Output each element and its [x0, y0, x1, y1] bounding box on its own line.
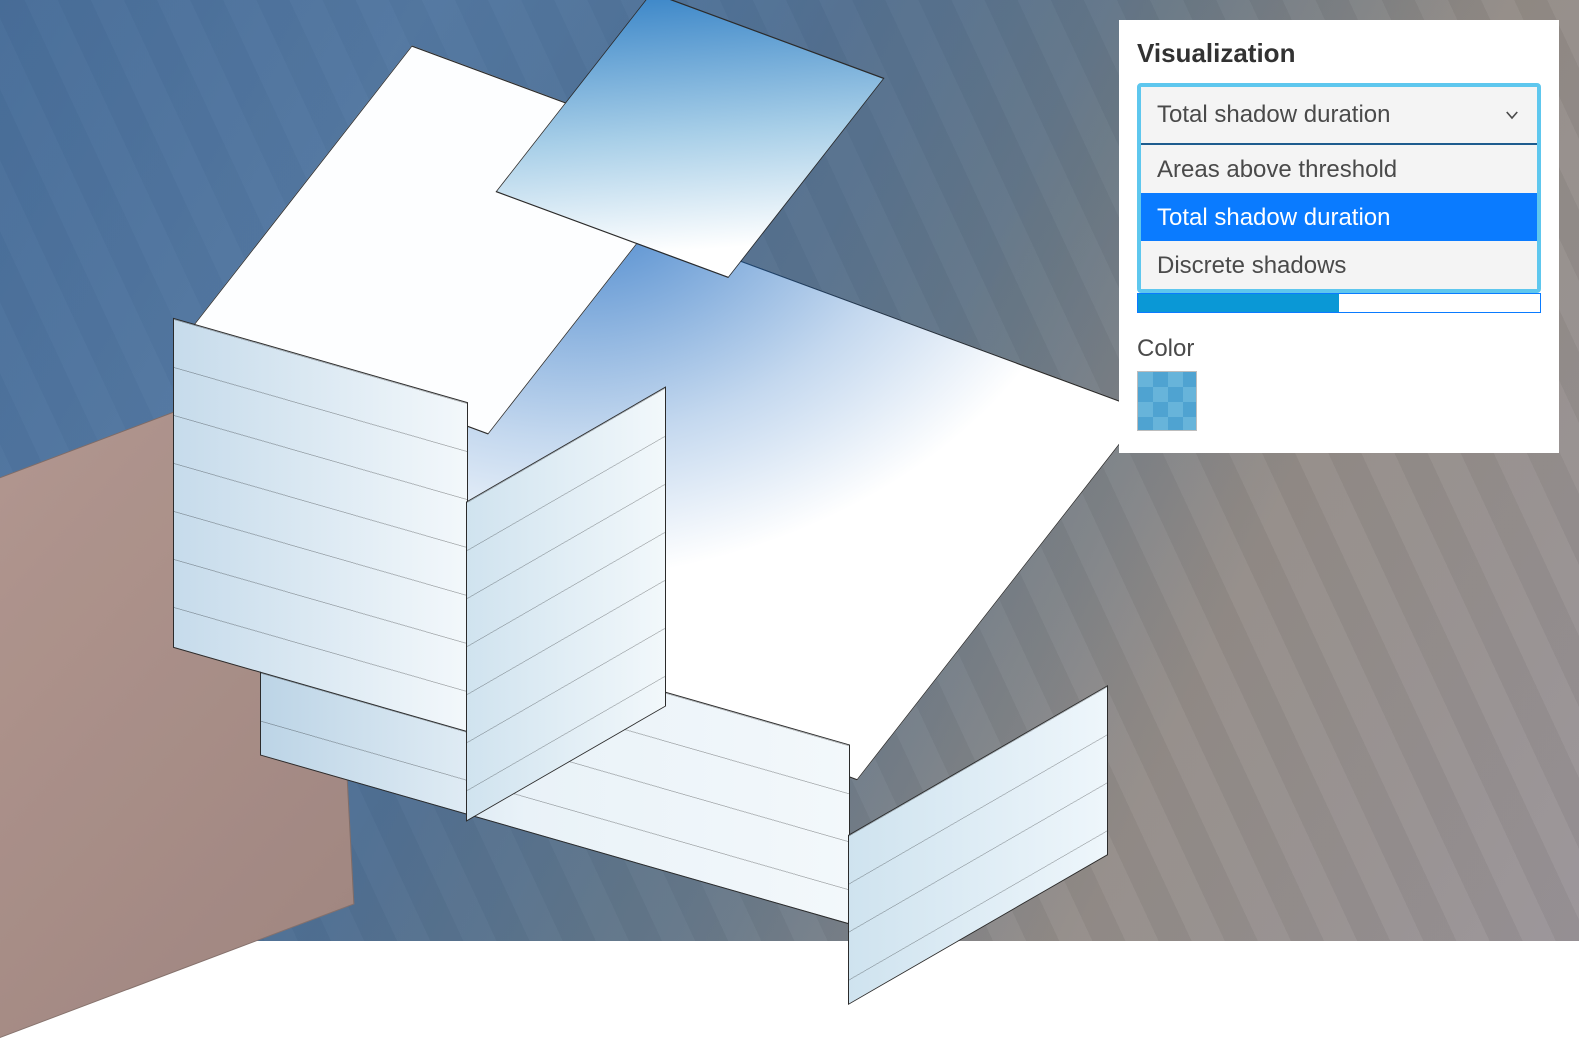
panel-title: Visualization — [1137, 38, 1541, 69]
visualization-dropdown[interactable]: Total shadow duration Areas above thresh… — [1137, 83, 1541, 293]
duration-slider[interactable] — [1137, 293, 1541, 313]
visualization-panel: Visualization Total shadow duration Area… — [1119, 20, 1559, 453]
dropdown-selected-label: Total shadow duration — [1157, 101, 1390, 129]
dropdown-header[interactable]: Total shadow duration — [1141, 87, 1537, 145]
color-label: Color — [1137, 335, 1541, 363]
chevron-down-icon — [1503, 106, 1521, 124]
color-swatch[interactable] — [1137, 371, 1197, 431]
dropdown-option-total-shadow-duration[interactable]: Total shadow duration — [1141, 193, 1537, 241]
duration-slider-fill — [1138, 294, 1339, 312]
dropdown-list: Areas above threshold Total shadow durat… — [1141, 145, 1537, 289]
dropdown-option-discrete-shadows[interactable]: Discrete shadows — [1141, 241, 1537, 289]
background-building — [0, 355, 354, 1047]
dropdown-option-areas-above-threshold[interactable]: Areas above threshold — [1141, 145, 1537, 193]
